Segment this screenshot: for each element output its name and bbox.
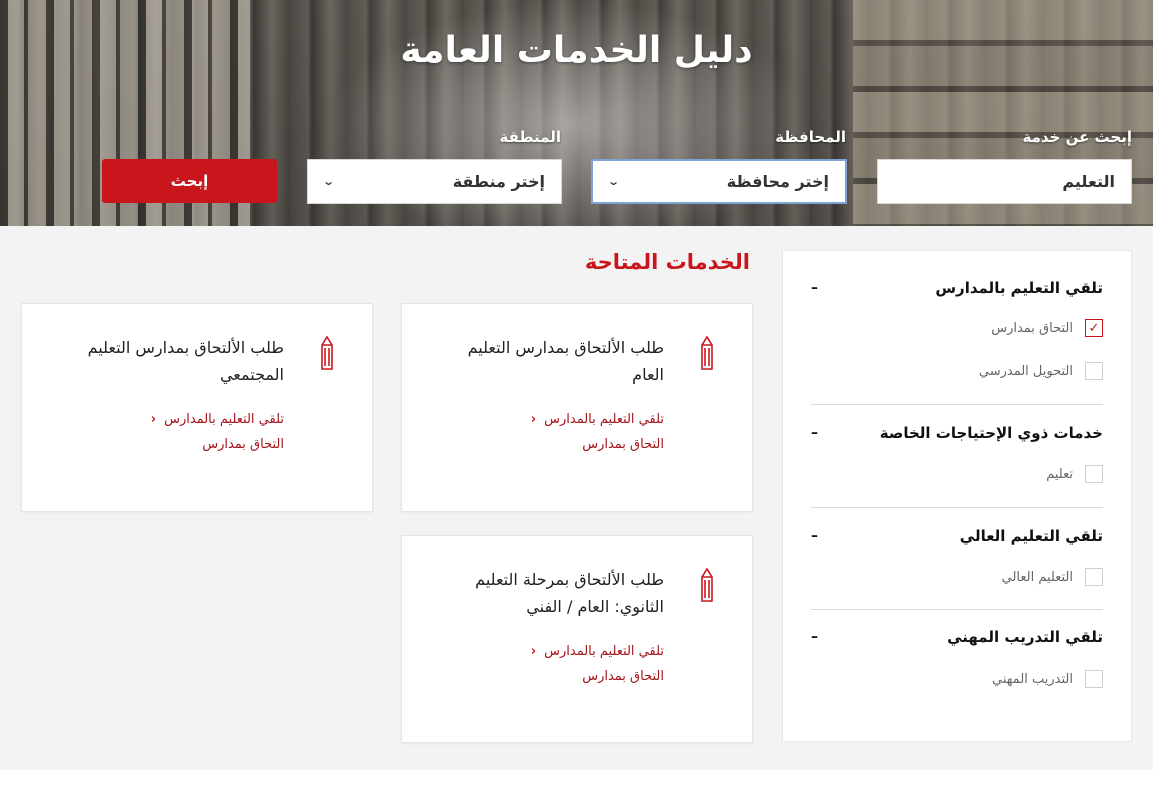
filter-group-title: تلقي التعليم بالمدارس xyxy=(935,279,1103,297)
checkbox[interactable] xyxy=(1085,568,1103,586)
divider xyxy=(811,609,1103,610)
chevron-left-icon: ‹ xyxy=(530,412,537,427)
filter-option-label: تعليم xyxy=(1046,466,1073,482)
filter-group-title: تلقي التدريب المهني xyxy=(947,628,1103,646)
service-subcategory-link[interactable]: التحاق بمدارس xyxy=(582,437,664,452)
collapse-icon[interactable]: – xyxy=(811,629,818,645)
chevron-down-icon: ⌄ xyxy=(322,175,336,188)
pencil-icon xyxy=(321,336,333,370)
filter-group-title: خدمات ذوي الإحتياجات الخاصة xyxy=(879,424,1103,442)
chevron-left-icon: ‹ xyxy=(530,644,537,659)
footer-band xyxy=(0,770,1153,802)
collapse-icon[interactable]: – xyxy=(811,528,818,544)
filter-option-label: التدريب المهني xyxy=(992,671,1073,687)
filter-group-header[interactable]: تلقي التدريب المهني – xyxy=(811,628,1103,646)
governorate-select-value: إختر محافظة xyxy=(726,172,829,191)
pencil-icon xyxy=(701,336,713,370)
chevron-left-icon: ‹ xyxy=(150,412,157,427)
service-subcategory-link[interactable]: التحاق بمدارس xyxy=(202,437,284,452)
filter-option-label: التحاق بمدارس xyxy=(991,320,1073,336)
service-card-title[interactable]: طلب الألتحاق بمدارس التعليم العام xyxy=(434,334,664,388)
collapse-icon[interactable]: – xyxy=(811,280,818,296)
checkbox[interactable] xyxy=(1085,465,1103,483)
service-category-link[interactable]: تلقي التعليم بالمدارس ‹ xyxy=(151,412,284,427)
filter-option[interactable]: التدريب المهني xyxy=(811,670,1103,688)
divider xyxy=(811,507,1103,508)
filter-group-title: تلقي التعليم العالي xyxy=(959,527,1103,545)
region-label: المنطقة xyxy=(499,128,561,146)
collapse-icon[interactable]: – xyxy=(811,425,818,441)
governorate-label: المحافظة xyxy=(775,128,846,146)
page-title: دليل الخدمات العامة xyxy=(400,30,753,71)
region-select[interactable]: إختر منطقة ⌄ xyxy=(307,159,562,204)
checkbox[interactable] xyxy=(1085,670,1103,688)
services-heading: الخدمات المتاحة xyxy=(584,250,750,274)
service-subcategory-link[interactable]: التحاق بمدارس xyxy=(582,669,664,684)
checkbox[interactable]: ✓ xyxy=(1085,319,1103,337)
service-category-link[interactable]: تلقي التعليم بالمدارس ‹ xyxy=(531,412,664,427)
service-category-label: تلقي التعليم بالمدارس xyxy=(164,412,284,427)
pencil-icon xyxy=(701,568,713,602)
region-select-value: إختر منطقة xyxy=(452,172,545,191)
filter-group-header[interactable]: تلقي التعليم العالي – xyxy=(811,527,1103,545)
checkmark-icon: ✓ xyxy=(1088,320,1100,336)
filter-group-header[interactable]: تلقي التعليم بالمدارس – xyxy=(811,279,1103,297)
service-category-label: تلقي التعليم بالمدارس xyxy=(544,412,664,427)
service-category-link[interactable]: تلقي التعليم بالمدارس ‹ xyxy=(531,644,664,659)
filter-group-header[interactable]: خدمات ذوي الإحتياجات الخاصة – xyxy=(811,424,1103,442)
filter-option[interactable]: تعليم xyxy=(811,465,1103,483)
filter-option-label: التعليم العالي xyxy=(1001,569,1073,585)
service-search-input[interactable]: التعليم xyxy=(877,159,1132,204)
divider xyxy=(811,404,1103,405)
service-card-title[interactable]: طلب الألتحاق بمرحلة التعليم الثانوي: الع… xyxy=(434,566,664,620)
governorate-select[interactable]: إختر محافظة ⌄ xyxy=(591,159,847,204)
checkbox[interactable] xyxy=(1085,362,1103,380)
service-card[interactable]: طلب الألتحاق بمدارس التعليم العام تلقي ا… xyxy=(401,303,753,512)
filter-option[interactable]: ✓ التحاق بمدارس xyxy=(811,319,1103,337)
chevron-down-icon: ⌄ xyxy=(607,175,621,188)
search-label: إبحث عن خدمة xyxy=(1022,128,1132,146)
search-input-value: التعليم xyxy=(1062,172,1115,191)
filter-panel: تلقي التعليم بالمدارس – ✓ التحاق بمدارس … xyxy=(782,250,1132,742)
filter-option[interactable]: التعليم العالي xyxy=(811,568,1103,586)
service-category-label: تلقي التعليم بالمدارس xyxy=(544,644,664,659)
filter-option[interactable]: التحويل المدرسي xyxy=(811,362,1103,380)
service-card-title[interactable]: طلب الألتحاق بمدارس التعليم المجتمعي xyxy=(54,334,284,388)
service-card[interactable]: طلب الألتحاق بمرحلة التعليم الثانوي: الع… xyxy=(401,535,753,743)
service-card[interactable]: طلب الألتحاق بمدارس التعليم المجتمعي تلق… xyxy=(21,303,373,512)
search-button[interactable]: إبحث xyxy=(102,159,277,203)
filter-option-label: التحويل المدرسي xyxy=(978,363,1073,379)
